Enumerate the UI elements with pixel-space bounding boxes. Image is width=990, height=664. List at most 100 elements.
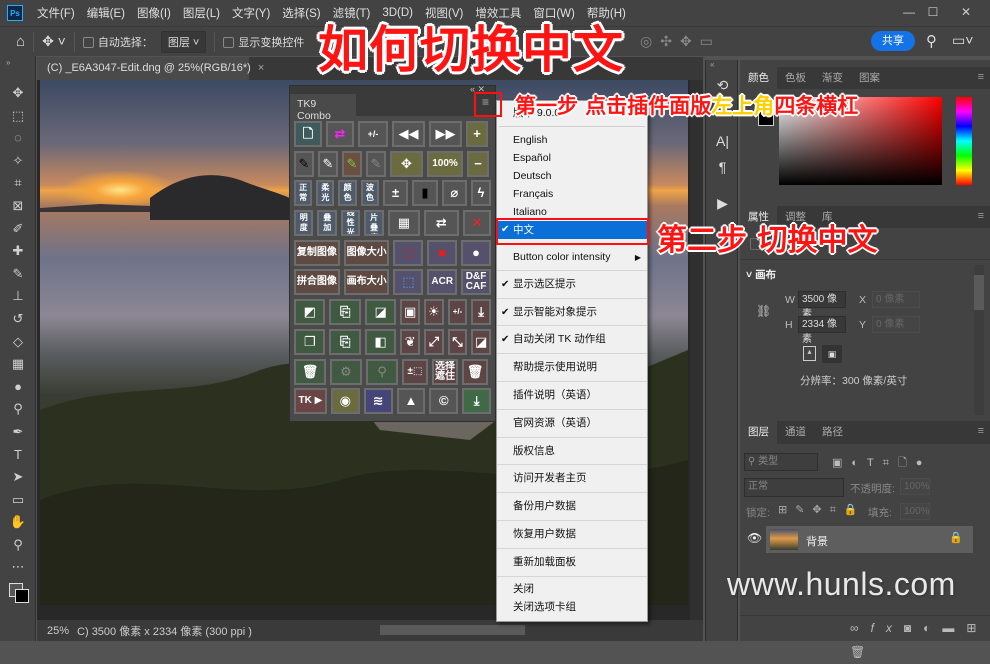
pen-tool-icon[interactable]: ✒ [0, 421, 36, 444]
link-layers-icon[interactable]: ∞ [850, 621, 871, 635]
lock-icons[interactable]: ⊞✎✥⌗🔒 [778, 503, 866, 517]
link-icon[interactable]: ⛓ [756, 304, 771, 318]
tk-button[interactable]: 画布大小 [343, 269, 390, 296]
tk-gear-gray-button[interactable]: ⚙ [330, 358, 362, 385]
hand-tool-icon[interactable]: ✋ [0, 511, 36, 534]
tk-selection-box-button[interactable]: ⬚ [393, 269, 424, 296]
document-info[interactable]: C) 3500 像素 x 2334 像素 (300 ppi ) [77, 623, 252, 639]
blend-mode-dropdown[interactable]: 正常 [744, 478, 844, 497]
tk-brush-gray-button[interactable]: ✎ [366, 150, 386, 177]
tk-button[interactable]: 图像大小 [343, 239, 390, 266]
eraser-tool-icon[interactable]: ◇ [0, 331, 36, 354]
path-select-tool-icon[interactable]: ➤ [0, 466, 36, 489]
tk-smart-object-button[interactable]: ⎘ [329, 299, 361, 326]
menu-option[interactable]: 重新加载面板 [497, 549, 647, 577]
search-icon[interactable]: ⚲ [926, 32, 937, 50]
workspace-icon[interactable]: ▭˅ [952, 32, 973, 49]
move-tool-icon[interactable]: ✥ ˅ [42, 33, 66, 50]
tk-button[interactable]: 选择遮住 [432, 358, 458, 385]
menu-option[interactable]: 插件说明（英语） [497, 382, 647, 410]
frame-tool-icon[interactable]: ⊠ [0, 195, 36, 218]
tk-copyright-button[interactable]: © [429, 388, 459, 415]
menu-file[interactable]: 文件(F) [31, 5, 81, 21]
tab-channels[interactable]: 通道 [777, 421, 814, 444]
more-tools-icon[interactable]: ⋯ [0, 556, 36, 579]
visibility-eye-icon[interactable]: 👁 [747, 531, 762, 545]
menu-language-french[interactable]: Français [497, 185, 647, 203]
tk-swap-white-button[interactable]: ⇄ [423, 210, 459, 237]
dodge-tool-icon[interactable]: ⚲ [0, 398, 36, 421]
menu-button-color-intensity[interactable]: Button color intensity ▶ [497, 243, 647, 271]
y-input[interactable]: 0 像素 [872, 316, 920, 333]
document-tab[interactable]: (C) _E6A3047-Edit.dng @ 25%(RGB/16*) × [37, 57, 264, 80]
stamp-tool-icon[interactable]: ⊥ [0, 285, 36, 308]
history-brush-icon[interactable]: ↺ [0, 308, 36, 331]
quick-select-tool-icon[interactable]: ✧ [0, 150, 36, 173]
fx-icon[interactable]: fx [871, 621, 904, 635]
panel-menu-icon[interactable]: ≡ [978, 71, 984, 83]
tk-button[interactable]: +/- [447, 299, 468, 326]
tk-button[interactable]: D&F CAF [461, 269, 491, 296]
tk-portrait-button[interactable]: ▣ [400, 299, 420, 326]
zoom-level[interactable]: 25% [47, 625, 69, 637]
tk-button[interactable]: 颜色 [338, 180, 357, 207]
auto-select-checkbox[interactable]: 自动选择： [82, 34, 153, 50]
delete-layer-icon[interactable]: 🗑 [850, 645, 877, 659]
menu-option[interactable]: ✔ 自动关闭 TK 动作组 [497, 326, 647, 355]
menu-close-tab-group[interactable]: 关闭选项卡组 [497, 598, 647, 616]
menu-language-german[interactable]: Deutsch [497, 167, 647, 185]
tk-stamp-down-button[interactable]: ⤓ [471, 299, 491, 326]
close-tab-icon[interactable]: × [258, 62, 264, 74]
rectangle-tool-icon[interactable]: ▭ [0, 489, 36, 512]
tk-trash-button[interactable]: 🗑 [462, 358, 488, 385]
tab-paths[interactable]: 路径 [814, 421, 851, 444]
menu-option[interactable]: 帮助提示使用说明 [497, 354, 647, 382]
healing-brush-icon[interactable]: ✚ [0, 240, 36, 263]
tk-mask-leaf-button[interactable]: ◪ [364, 299, 397, 326]
menu-option[interactable]: 恢复用户数据 [497, 521, 647, 549]
tk-magnifier-gray-button[interactable]: ⚲ [366, 358, 398, 385]
tk-brush-white-button[interactable]: ✎ [318, 150, 338, 177]
zoom-tool-icon[interactable]: ⚲ [0, 534, 36, 557]
eyedropper-tool-icon[interactable]: ✐ [0, 218, 36, 241]
menu-option[interactable]: 官网资源（英语） [497, 410, 647, 438]
panel-menu-icon[interactable]: ≡ [978, 210, 984, 222]
3d-mode-icons[interactable]: ◎✣✥▭ [640, 33, 721, 50]
tk-black-frame-button[interactable]: ▮ [412, 180, 438, 207]
panel-menu-icon[interactable]: ≡ [978, 425, 984, 437]
tab-gradients[interactable]: 渐变 [814, 67, 851, 89]
tab-layers[interactable]: 图层 [740, 421, 777, 444]
tk-swap-magenta-button[interactable]: ⇄ [326, 121, 354, 147]
scrollbar-thumb[interactable] [974, 275, 984, 310]
gradient-tool-icon[interactable]: ▦ [0, 353, 36, 376]
crop-tool-icon[interactable]: ⌗ [0, 172, 36, 195]
tk-button[interactable]: 拼合图像 [294, 269, 340, 296]
character-icon[interactable]: A| [706, 128, 739, 154]
properties-scrollbar[interactable] [974, 265, 984, 415]
color-swatches[interactable] [0, 579, 35, 619]
menu-option[interactable]: 版权信息 [497, 438, 647, 466]
blur-tool-icon[interactable]: ● [0, 376, 36, 399]
text-tool-icon[interactable]: T [0, 444, 36, 467]
tk-layer-fold-button[interactable]: ◩ [294, 299, 326, 326]
tk-square-filled-red-button[interactable]: ■ [427, 239, 458, 266]
tk-drop-button[interactable]: ● [461, 239, 491, 266]
menu-option[interactable]: 备份用户数据 [497, 493, 647, 521]
hue-slider[interactable] [956, 97, 972, 185]
tk-button[interactable]: 柔光 [316, 180, 335, 207]
menu-option[interactable]: ✔ 显示选区提示 [497, 271, 647, 299]
tab-color[interactable]: 颜色 [740, 67, 777, 89]
tk-feather-button[interactable]: ❦ [400, 328, 420, 355]
minimize-button[interactable]: — [898, 2, 920, 22]
tk-calculator-button[interactable]: ▦ [387, 210, 420, 237]
menu-type[interactable]: 文字(Y) [226, 5, 276, 21]
tk-triangle-button[interactable]: ▲ [396, 388, 426, 415]
menu-edit[interactable]: 编辑(E) [81, 5, 131, 21]
tab-patterns[interactable]: 图案 [851, 67, 888, 89]
share-button[interactable]: 共享 [871, 31, 915, 51]
tk-half-fill-button[interactable]: ◧ [364, 328, 397, 355]
show-transform-checkbox[interactable]: 显示变换控件 [223, 34, 304, 50]
brush-tool-icon[interactable]: ✎ [0, 263, 36, 286]
tk-button[interactable]: 正片叠底 [364, 210, 384, 237]
tk-button[interactable]: 复制图像 [294, 239, 340, 266]
